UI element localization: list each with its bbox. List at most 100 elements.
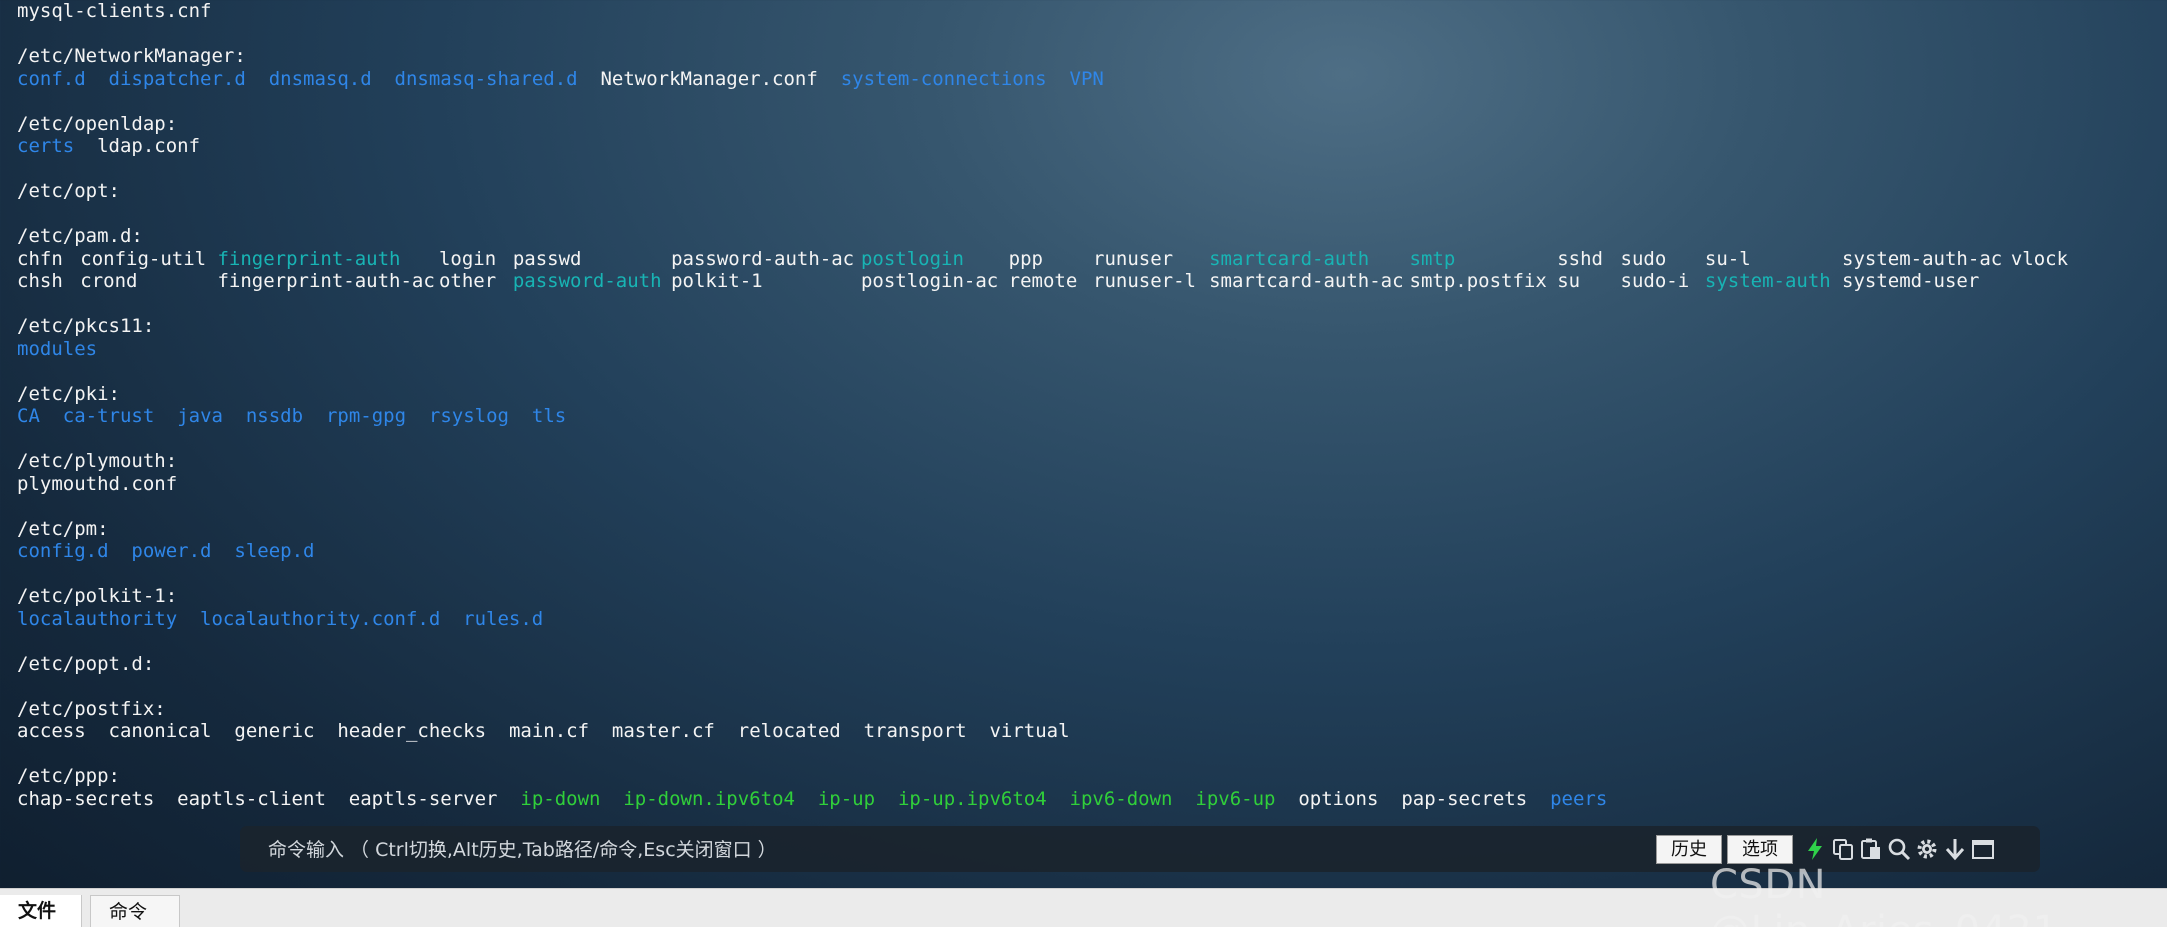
terminal-line: /etc/pm:	[17, 518, 2167, 541]
terminal-line: /etc/NetworkManager:	[17, 45, 2167, 68]
file-entry: ipv6-up	[1195, 787, 1276, 810]
file-entry: fingerprint-auth	[217, 247, 401, 270]
directory-entry: dnsmasq-shared.d	[394, 67, 578, 90]
terminal-line: /etc/pkcs11:	[17, 315, 2167, 338]
file-entry: postlogin	[860, 247, 964, 270]
file-entry: crond	[80, 270, 138, 292]
file-entry: chsh	[17, 270, 63, 292]
file-entry: access	[17, 720, 86, 742]
directory-entry: java	[177, 405, 223, 427]
file-entry: sshd	[1557, 247, 1603, 270]
terminal-line: conf.d dispatcher.d dnsmasq.d dnsmasq-sh…	[17, 68, 2167, 91]
directory-entry: dnsmasq.d	[268, 67, 372, 90]
terminal-line: certs ldap.conf	[17, 135, 2167, 158]
file-entry: chap-secrets	[17, 787, 155, 810]
file-entry: transport	[863, 720, 967, 742]
file-entry: password-auth-ac	[671, 247, 855, 270]
file-entry: ppp	[1008, 247, 1043, 270]
file-entry: system-auth-ac	[1842, 247, 2003, 270]
directory-entry: dispatcher.d	[108, 67, 246, 90]
terminal-line: access canonical generic header_checks m…	[17, 720, 2167, 743]
file-entry: ldap.conf	[97, 135, 201, 157]
file-entry: polkit-1	[671, 270, 763, 292]
file-entry: smtp	[1409, 247, 1456, 270]
file-entry: ip-up.ipv6to4	[897, 787, 1047, 810]
download-icon[interactable]	[1943, 837, 1967, 861]
file-entry: header_checks	[337, 720, 487, 742]
file-entry: ip-up	[817, 787, 876, 810]
search-icon[interactable]	[1887, 837, 1911, 861]
file-entry: sudo-i	[1620, 270, 1690, 292]
directory-entry: config.d	[17, 540, 109, 562]
file-entry: runuser-l	[1093, 270, 1196, 292]
file-entry: su-l	[1704, 247, 1751, 270]
command-input[interactable]	[266, 836, 1650, 864]
lightning-icon[interactable]	[1803, 837, 1827, 861]
directory-entry: conf.d	[17, 67, 86, 90]
copy-icon[interactable]	[1831, 837, 1855, 861]
file-entry: canonical	[108, 720, 212, 742]
terminal-line: /etc/pki:	[17, 383, 2167, 406]
file-entry: ip-down.ipv6to4	[623, 787, 795, 810]
file-entry: login	[438, 247, 497, 270]
file-entry: /etc/plymouth:	[17, 450, 178, 472]
file-entry: virtual	[989, 720, 1070, 742]
terminal-line: chsh crond fingerprint-auth-ac other passwor…	[17, 270, 2167, 293]
terminal-line: /etc/polkit-1:	[17, 585, 2167, 608]
paste-icon[interactable]	[1859, 837, 1883, 861]
file-entry: fingerprint-auth-ac	[217, 270, 435, 292]
terminal-output[interactable]: mysql-clients.cnf/etc/NetworkManager: con…	[17, 0, 2167, 822]
directory-entry: rpm-gpg	[325, 405, 407, 427]
file-entry: /etc/pki:	[17, 382, 120, 405]
directory-entry: peers	[1550, 787, 1608, 810]
file-entry: postlogin-ac	[860, 270, 999, 292]
file-entry: ipv6-down	[1069, 787, 1173, 810]
directory-entry: nssdb	[245, 405, 304, 427]
file-entry: runuser	[1093, 247, 1174, 270]
file-entry: password-auth	[512, 270, 662, 292]
file-entry: /etc/pm:	[17, 517, 109, 540]
directory-entry: power.d	[131, 540, 212, 562]
directory-entry: localauthority	[17, 607, 178, 630]
file-entry: /etc/openldap:	[17, 112, 178, 135]
directory-entry: rules.d	[463, 607, 544, 630]
gear-icon[interactable]	[1915, 837, 1939, 861]
file-entry: options	[1298, 787, 1379, 810]
window-icon[interactable]	[1971, 837, 1995, 861]
file-entry: other	[438, 270, 497, 292]
file-entry: plymouthd.conf	[17, 472, 178, 495]
file-entry: ip-down	[520, 787, 601, 810]
file-entry: generic	[234, 720, 315, 742]
file-entry: pap-secrets	[1401, 787, 1528, 810]
history-button[interactable]: 历史	[1656, 835, 1722, 864]
file-entry: sudo	[1620, 247, 1667, 270]
file-entry: /etc/NetworkManager:	[17, 45, 246, 67]
file-entry: /etc/popt.d:	[17, 652, 155, 675]
directory-entry: certs	[17, 135, 75, 157]
terminal-line: CA ca-trust java nssdb rpm-gpg rsyslog t…	[17, 405, 2167, 428]
terminal-line: localauthority localauthority.conf.d rul…	[17, 608, 2167, 631]
options-button[interactable]: 选项	[1727, 835, 1793, 864]
terminal-line: modules	[17, 338, 2167, 361]
directory-entry: sleep.d	[234, 540, 315, 562]
directory-entry: modules	[17, 337, 98, 360]
tab-commands[interactable]: 命令	[90, 895, 180, 927]
tab-files[interactable]: 文件	[0, 895, 82, 927]
terminal-line: /etc/plymouth:	[17, 450, 2167, 473]
terminal-line: chfn config-util fingerprint-auth login pass…	[17, 248, 2167, 271]
directory-entry: system-connections	[840, 67, 1047, 90]
file-entry: vlock	[2010, 247, 2069, 270]
file-entry: /etc/ppp:	[17, 765, 120, 787]
file-entry: /etc/opt:	[17, 180, 120, 202]
